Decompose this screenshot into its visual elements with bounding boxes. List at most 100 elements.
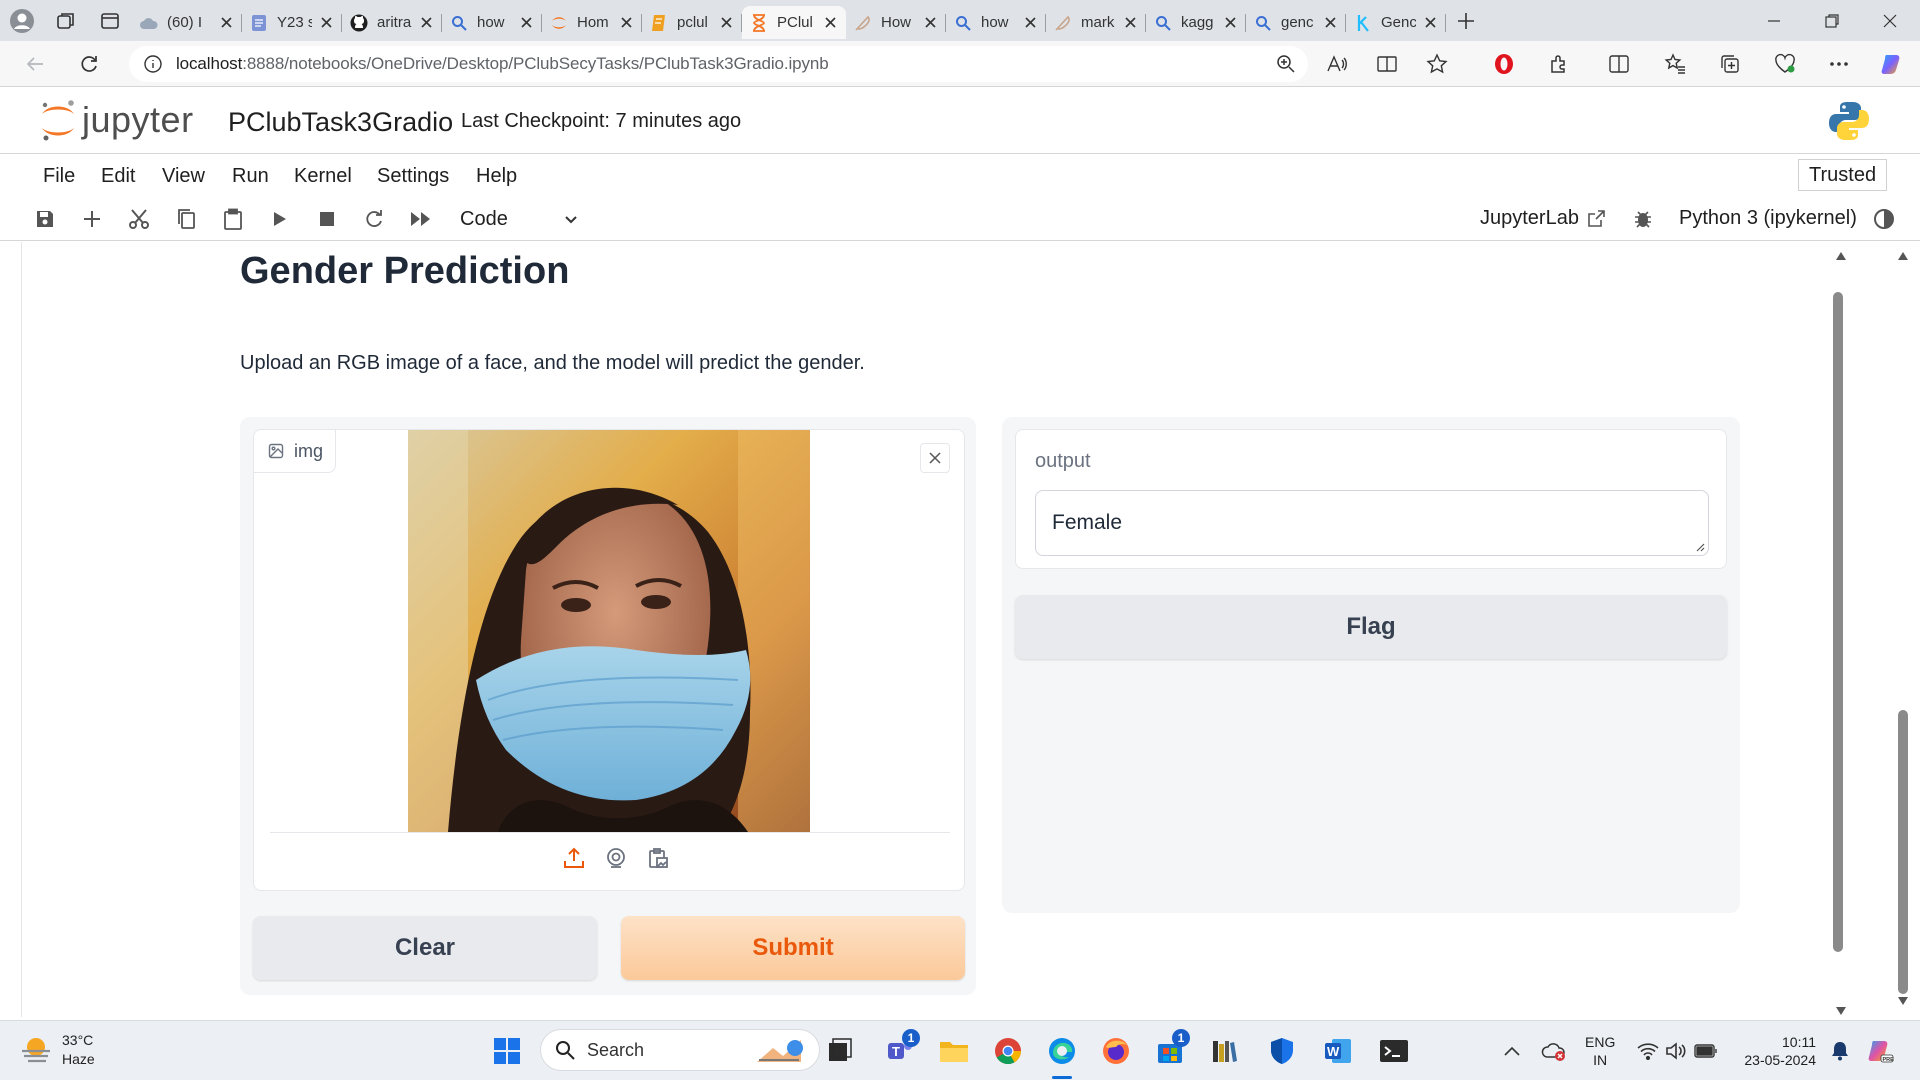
- edge-button[interactable]: [1042, 1031, 1082, 1079]
- opera-extension-icon[interactable]: [1489, 50, 1519, 78]
- debugger-bug-icon[interactable]: [1629, 205, 1657, 233]
- collections-icon[interactable]: [1715, 50, 1745, 78]
- restart-kernel-icon[interactable]: [360, 205, 388, 233]
- browser-essentials-icon[interactable]: [1770, 50, 1800, 78]
- browser-tab[interactable]: PClul: [742, 6, 846, 39]
- cut-icon[interactable]: [125, 205, 153, 233]
- menu-run[interactable]: Run: [232, 165, 269, 188]
- browser-tab[interactable]: mark: [1046, 6, 1146, 39]
- split-screen-icon[interactable]: [1604, 50, 1634, 78]
- menu-view[interactable]: View: [162, 165, 205, 188]
- menu-help[interactable]: Help: [476, 165, 517, 188]
- copy-icon[interactable]: [172, 205, 200, 233]
- store-button[interactable]: 1: [1150, 1029, 1190, 1071]
- kernel-name[interactable]: Python 3 (ipykernel): [1679, 207, 1857, 230]
- close-tab-icon[interactable]: [418, 15, 434, 31]
- close-tab-icon[interactable]: [922, 15, 938, 31]
- restart-run-all-icon[interactable]: [407, 205, 435, 233]
- browser-tab[interactable]: (60) I: [132, 6, 242, 39]
- trusted-indicator[interactable]: Trusted: [1798, 159, 1888, 191]
- url-field[interactable]: localhost:8888/notebooks/OneDrive/Deskto…: [129, 46, 1308, 82]
- close-tab-icon[interactable]: [1322, 15, 1338, 31]
- save-icon[interactable]: [31, 205, 59, 233]
- close-tab-icon[interactable]: [618, 15, 634, 31]
- defender-button[interactable]: [1262, 1031, 1302, 1071]
- system-clock[interactable]: 10:11 23-05-2024: [1736, 1033, 1816, 1069]
- browser-tab[interactable]: Genc: [1346, 6, 1446, 39]
- interrupt-kernel-icon[interactable]: [313, 205, 341, 233]
- close-tab-icon[interactable]: [218, 15, 234, 31]
- browser-tab[interactable]: kagg: [1146, 6, 1246, 39]
- browser-tab[interactable]: Hom: [542, 6, 642, 39]
- chrome-button[interactable]: [988, 1031, 1028, 1071]
- notebook-name[interactable]: PClubTask3Gradio: [228, 107, 453, 138]
- close-tab-icon[interactable]: [1122, 15, 1138, 31]
- firefox-button[interactable]: [1096, 1031, 1136, 1071]
- clear-image-button[interactable]: [920, 443, 950, 473]
- copilot-icon[interactable]: [1878, 50, 1908, 78]
- restore-button[interactable]: [1803, 0, 1861, 41]
- close-tab-icon[interactable]: [1022, 15, 1038, 31]
- upload-source-button[interactable]: [560, 844, 588, 872]
- copilot-taskbar-icon[interactable]: PRE: [1860, 1031, 1900, 1071]
- cell-type-select[interactable]: Code: [450, 205, 585, 233]
- library-app-button[interactable]: [1204, 1031, 1244, 1071]
- close-tab-icon[interactable]: [318, 15, 334, 31]
- submit-button[interactable]: Submit: [621, 916, 965, 980]
- site-info-icon[interactable]: [143, 54, 163, 74]
- menu-edit[interactable]: Edit: [101, 165, 135, 188]
- onedrive-tray-button[interactable]: [1534, 1031, 1574, 1071]
- close-tab-icon[interactable]: [518, 15, 534, 31]
- flag-button[interactable]: Flag: [1015, 595, 1727, 659]
- browser-tab[interactable]: pclul: [642, 6, 742, 39]
- insert-cell-icon[interactable]: [78, 205, 106, 233]
- word-button[interactable]: W: [1318, 1031, 1358, 1071]
- jupyter-logo[interactable]: jupyter: [38, 98, 194, 142]
- webcam-source-button[interactable]: [602, 844, 630, 872]
- paste-icon[interactable]: [219, 205, 247, 233]
- show-hidden-icons-button[interactable]: [1492, 1031, 1532, 1071]
- favorites-icon[interactable]: [1660, 50, 1690, 78]
- new-tab-button[interactable]: [1446, 0, 1486, 41]
- profile-icon[interactable]: [0, 0, 44, 41]
- notifications-bell-icon[interactable]: [1820, 1031, 1860, 1071]
- start-button[interactable]: [487, 1031, 527, 1071]
- browser-tab[interactable]: genc: [1246, 6, 1346, 39]
- clear-button[interactable]: Clear: [253, 916, 597, 980]
- task-view-button[interactable]: [820, 1031, 860, 1071]
- teams-button[interactable]: T1: [880, 1029, 920, 1071]
- output-textbox[interactable]: Female: [1035, 490, 1709, 556]
- browser-tab[interactable]: How: [846, 6, 946, 39]
- tab-actions-icon[interactable]: [88, 0, 132, 41]
- browser-tab[interactable]: aritra: [342, 6, 442, 39]
- minimize-button[interactable]: [1745, 0, 1803, 41]
- menu-file[interactable]: File: [43, 165, 75, 188]
- browser-tab[interactable]: how: [946, 6, 1046, 39]
- browser-tab[interactable]: Y23 s: [242, 6, 342, 39]
- read-aloud-icon[interactable]: [1322, 50, 1352, 78]
- run-cell-icon[interactable]: [266, 205, 294, 233]
- close-window-button[interactable]: [1861, 0, 1919, 41]
- refresh-icon[interactable]: [74, 50, 104, 78]
- menu-kernel[interactable]: Kernel: [294, 165, 352, 188]
- close-tab-icon[interactable]: [718, 15, 734, 31]
- extensions-icon[interactable]: [1544, 50, 1574, 78]
- jupyterlab-link[interactable]: JupyterLab: [1480, 207, 1605, 230]
- notebook-scrollbar-thumb[interactable]: [1833, 292, 1843, 952]
- terminal-button[interactable]: [1374, 1031, 1414, 1071]
- browser-tab[interactable]: how: [442, 6, 542, 39]
- taskbar-search[interactable]: Search: [540, 1029, 820, 1071]
- weather-widget[interactable]: 33°C Haze: [20, 1031, 95, 1069]
- close-tab-icon[interactable]: [1422, 15, 1438, 31]
- back-icon[interactable]: [20, 50, 50, 78]
- menu-settings[interactable]: Settings: [377, 165, 449, 188]
- immersive-reader-icon[interactable]: [1372, 50, 1402, 78]
- notebook-content[interactable]: Gender Prediction Upload an RGB image of…: [0, 242, 1920, 1017]
- input-language[interactable]: ENG IN: [1585, 1033, 1615, 1069]
- zoom-icon[interactable]: [1271, 50, 1301, 78]
- file-explorer-button[interactable]: [934, 1031, 974, 1071]
- battery-icon[interactable]: [1686, 1031, 1726, 1071]
- page-scrollbar-thumb[interactable]: [1898, 710, 1908, 994]
- favorite-star-icon[interactable]: [1422, 50, 1452, 78]
- more-menu-icon[interactable]: [1824, 50, 1854, 78]
